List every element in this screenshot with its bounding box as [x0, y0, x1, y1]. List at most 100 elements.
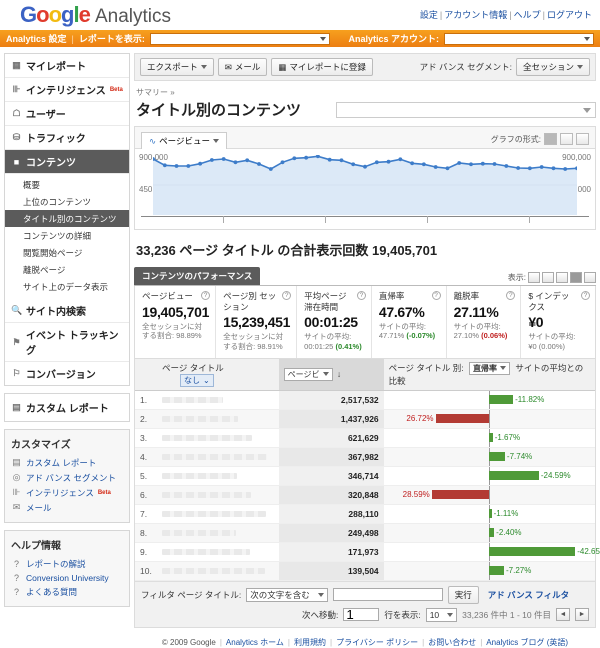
account-select[interactable]: [444, 32, 594, 45]
prev-page-button[interactable]: ◄: [556, 608, 570, 622]
sidebar-item-custom-reports[interactable]: ▤ カスタム レポート: [5, 394, 129, 421]
graph-format-week-icon[interactable]: [560, 133, 573, 145]
dimension-select-value: なし: [184, 375, 200, 385]
export-button[interactable]: エクスポート: [140, 58, 214, 76]
graph-format-day-icon[interactable]: [544, 133, 557, 145]
row-page-title[interactable]: [157, 542, 279, 562]
sidebar-subitem-exit-pages[interactable]: 離脱ページ: [5, 261, 129, 278]
metric-sub: 全セッションに対する割合: 98.89%: [142, 321, 202, 341]
page-footer: © 2009 Google | Analytics ホーム | 利用規約 | プライバシー …: [161, 637, 569, 647]
table-row[interactable]: 6. 320,848 28.59%: [135, 485, 595, 505]
comparison-view-icon[interactable]: [570, 272, 582, 283]
page-title-value: [162, 434, 253, 441]
row-page-title[interactable]: [157, 561, 279, 581]
sidebar-item-site-search[interactable]: 🔍 サイト内検索: [5, 299, 129, 323]
report-dimension-select[interactable]: [336, 101, 596, 118]
row-page-title[interactable]: [157, 428, 279, 448]
chart-x-axis: [141, 216, 589, 217]
row-page-title[interactable]: [157, 466, 279, 486]
logout-link[interactable]: ログアウト: [547, 10, 592, 20]
rows-per-page-select[interactable]: 10: [425, 607, 458, 622]
goto-page-input[interactable]: [343, 608, 380, 622]
footer-link-home[interactable]: Analytics ホーム: [226, 638, 284, 647]
chevron-down-icon: [499, 366, 506, 371]
page-title-value: [162, 510, 266, 517]
row-page-title[interactable]: [157, 409, 279, 429]
graph-format-month-icon[interactable]: [576, 133, 589, 145]
row-page-title[interactable]: [157, 390, 279, 410]
add-to-dashboard-button[interactable]: ▦ マイレポートに登録: [271, 58, 373, 76]
tab-content-performance[interactable]: コンテンツのパフォーマンス: [134, 267, 261, 285]
customize-item-custom-reports[interactable]: ▤ カスタム レポート: [11, 455, 123, 470]
sidebar-subitem-content-detail[interactable]: コンテンツの詳細: [5, 227, 129, 244]
table-row[interactable]: 3. 621,629 -1.67%: [135, 428, 595, 448]
help-tooltip-icon[interactable]: ?: [356, 291, 366, 300]
sidebar-item-goals[interactable]: ⚐ コンバージョン: [5, 362, 129, 385]
row-page-title[interactable]: [157, 504, 279, 524]
customize-item-intelligence[interactable]: ⊪ インテリジェンス Beta: [11, 485, 123, 500]
pie-view-icon[interactable]: [542, 272, 554, 283]
sidebar-item-event-tracking[interactable]: ⚑ イベント トラッキング: [5, 323, 129, 362]
view-report-label: レポートを表示:: [78, 34, 145, 44]
metric-value: 19,405,701: [142, 303, 210, 320]
report-select[interactable]: [149, 32, 330, 45]
help-link[interactable]: ヘルプ: [514, 10, 541, 20]
table-row[interactable]: 9. 171,973 -42.65%: [135, 542, 600, 562]
help-tooltip-icon[interactable]: ?: [201, 291, 211, 300]
email-button[interactable]: ✉ メール: [217, 58, 268, 76]
footer-link-contact[interactable]: お問い合わせ: [428, 638, 476, 647]
advanced-segment-select[interactable]: 全セッション: [515, 58, 590, 76]
sidebar-item-intelligence[interactable]: ⊪ インテリジェンス Beta: [5, 78, 129, 102]
header-pageviews[interactable]: ページビ ↓: [278, 358, 384, 391]
dimension-select[interactable]: なし ⌄: [180, 373, 214, 387]
table-row[interactable]: 1. 2,517,532 -11.82%: [135, 390, 595, 410]
sidebar-item-visitors[interactable]: ☖ ユーザー: [5, 102, 129, 126]
table-row[interactable]: 8. 249,498 -2.40%: [135, 523, 595, 543]
next-page-button[interactable]: ►: [575, 608, 589, 622]
metric-value: 27.11%: [453, 303, 499, 320]
footer-link-blog[interactable]: Analytics ブログ (英語): [486, 638, 568, 647]
table-row[interactable]: 5. 346,714 -24.59%: [135, 466, 595, 486]
sidebar-subitem-site-overlay[interactable]: サイト上のデータ表示: [5, 278, 129, 295]
help-item-faq[interactable]: ? よくある質問: [11, 584, 123, 599]
customize-item-email[interactable]: ✉ メール: [11, 500, 123, 515]
footer-link-privacy[interactable]: プライバシー ポリシー: [336, 638, 418, 647]
help-item-conversion-university[interactable]: ? Conversion University: [11, 571, 123, 584]
row-page-title[interactable]: [157, 523, 279, 543]
bar-view-icon[interactable]: [556, 272, 568, 283]
breadcrumb[interactable]: サマリー »: [136, 87, 596, 98]
sidebar-item-dashboard[interactable]: ▦ マイレポート: [5, 54, 129, 78]
sort-desc-icon[interactable]: ↓: [337, 369, 341, 379]
metric-label: ページ別 セッション: [223, 291, 277, 312]
footer-link-terms[interactable]: 利用規約: [294, 638, 326, 647]
page-title-value: [162, 415, 238, 422]
account-info-link[interactable]: アカウント情報: [444, 10, 507, 20]
table-row[interactable]: 10. 139,504 -7.27%: [135, 561, 595, 581]
pivot-view-icon[interactable]: [584, 272, 596, 283]
table-row[interactable]: 4. 367,982 -7.74%: [135, 447, 595, 467]
help-item-report-guide[interactable]: ? レポートの解説: [11, 556, 123, 571]
customize-item-advanced-segments[interactable]: ◎ アド バンス セグメント: [11, 470, 123, 485]
sidebar-item-traffic[interactable]: ⛁ トラフィック: [5, 126, 129, 150]
metric-select[interactable]: ページビ: [283, 367, 333, 381]
table-view-icon[interactable]: [528, 272, 540, 283]
sidebar-subitem-content-by-title[interactable]: タイトル別のコンテンツ: [5, 210, 129, 227]
chart-metric-selector[interactable]: ∿ ページビュー: [141, 132, 227, 149]
sidebar-subitem-overview[interactable]: 概要: [5, 176, 129, 193]
analytics-settings-link[interactable]: Analytics 設定: [6, 32, 67, 45]
row-page-title[interactable]: [157, 485, 279, 505]
help-tooltip-icon[interactable]: ?: [581, 291, 591, 300]
help-tooltip-icon[interactable]: ?: [431, 291, 441, 300]
comparison-metric-select[interactable]: 直帰率: [468, 361, 510, 375]
table-row[interactable]: 7. 288,110 -1.11%: [135, 504, 595, 524]
content-icon: ■: [13, 156, 20, 167]
chart-header: ∿ ページビュー グラフの形式:: [135, 127, 595, 149]
settings-link[interactable]: 設定: [420, 10, 438, 20]
sidebar-subitem-landing-pages[interactable]: 閲覧開始ページ: [5, 244, 129, 261]
sidebar-subitem-top-content[interactable]: 上位のコンテンツ: [5, 193, 129, 210]
sidebar-item-content[interactable]: ■ コンテンツ: [5, 150, 129, 174]
row-page-title[interactable]: [157, 447, 279, 467]
table-row[interactable]: 2. 1,437,926 26.72%: [135, 409, 595, 429]
help-title: ヘルプ情報: [11, 541, 61, 552]
graph-format-group: グラフの形式:: [491, 133, 589, 148]
